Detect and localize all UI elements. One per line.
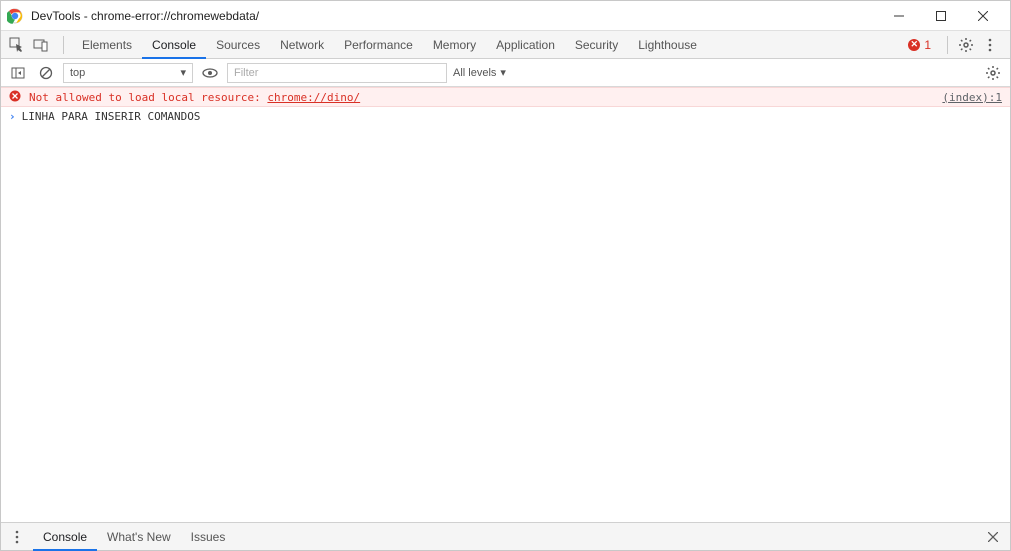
live-expression-icon[interactable] — [199, 62, 221, 84]
device-toolbar-icon[interactable] — [31, 35, 51, 55]
tab-elements[interactable]: Elements — [72, 31, 142, 59]
drawer-tabbar: Console What's New Issues — [1, 522, 1010, 550]
error-count: 1 — [924, 38, 931, 52]
prompt-chevron-icon: › — [9, 110, 16, 123]
console-toolbar: top ▾ All levels ▾ — [1, 59, 1010, 87]
error-message: Not allowed to load local resource: chro… — [29, 91, 932, 104]
context-value: top — [70, 67, 85, 79]
error-resource-link[interactable]: chrome://dino/ — [267, 91, 360, 104]
drawer-tab-whatsnew[interactable]: What's New — [97, 523, 181, 551]
levels-label: All levels — [453, 67, 496, 79]
minimize-button[interactable] — [878, 2, 920, 30]
window-title: DevTools - chrome-error://chromewebdata/ — [31, 9, 878, 23]
inspect-element-icon[interactable] — [7, 35, 27, 55]
tab-network[interactable]: Network — [270, 31, 334, 59]
chrome-icon — [7, 8, 23, 24]
tab-application[interactable]: Application — [486, 31, 565, 59]
error-badge[interactable]: ✕ 1 — [908, 38, 931, 52]
error-circle-icon: ✕ — [908, 39, 920, 51]
close-button[interactable] — [962, 2, 1004, 30]
tab-memory[interactable]: Memory — [423, 31, 486, 59]
chevron-down-icon: ▾ — [180, 66, 186, 79]
tab-performance[interactable]: Performance — [334, 31, 423, 59]
separator — [63, 36, 64, 54]
console-settings-gear-icon[interactable] — [982, 62, 1004, 84]
panel-tabbar: Elements Console Sources Network Perform… — [1, 31, 1010, 59]
more-vertical-icon[interactable] — [7, 527, 27, 547]
tab-security[interactable]: Security — [565, 31, 628, 59]
maximize-button[interactable] — [920, 2, 962, 30]
filter-input[interactable] — [227, 63, 447, 83]
console-output: Not allowed to load local resource: chro… — [1, 87, 1010, 522]
separator — [947, 36, 948, 54]
settings-gear-icon[interactable] — [956, 35, 976, 55]
error-icon — [9, 90, 23, 104]
console-prompt-row[interactable]: › LINHA PARA INSERIR COMANDOS — [1, 107, 1010, 125]
tab-console[interactable]: Console — [142, 31, 206, 59]
error-source-link[interactable]: (index):1 — [942, 91, 1002, 104]
window-titlebar: DevTools - chrome-error://chromewebdata/ — [1, 1, 1010, 31]
more-vertical-icon[interactable] — [980, 35, 1000, 55]
log-levels-selector[interactable]: All levels ▾ — [453, 66, 506, 79]
tab-sources[interactable]: Sources — [206, 31, 270, 59]
toggle-sidebar-icon[interactable] — [7, 62, 29, 84]
prompt-input[interactable]: LINHA PARA INSERIR COMANDOS — [22, 110, 201, 123]
drawer-close-icon[interactable] — [982, 526, 1004, 548]
tab-lighthouse[interactable]: Lighthouse — [628, 31, 707, 59]
chevron-down-icon: ▾ — [500, 66, 506, 79]
console-error-row[interactable]: Not allowed to load local resource: chro… — [1, 87, 1010, 107]
drawer-tab-console[interactable]: Console — [33, 523, 97, 551]
context-selector[interactable]: top ▾ — [63, 63, 193, 83]
clear-console-icon[interactable] — [35, 62, 57, 84]
drawer-tab-issues[interactable]: Issues — [181, 523, 236, 551]
